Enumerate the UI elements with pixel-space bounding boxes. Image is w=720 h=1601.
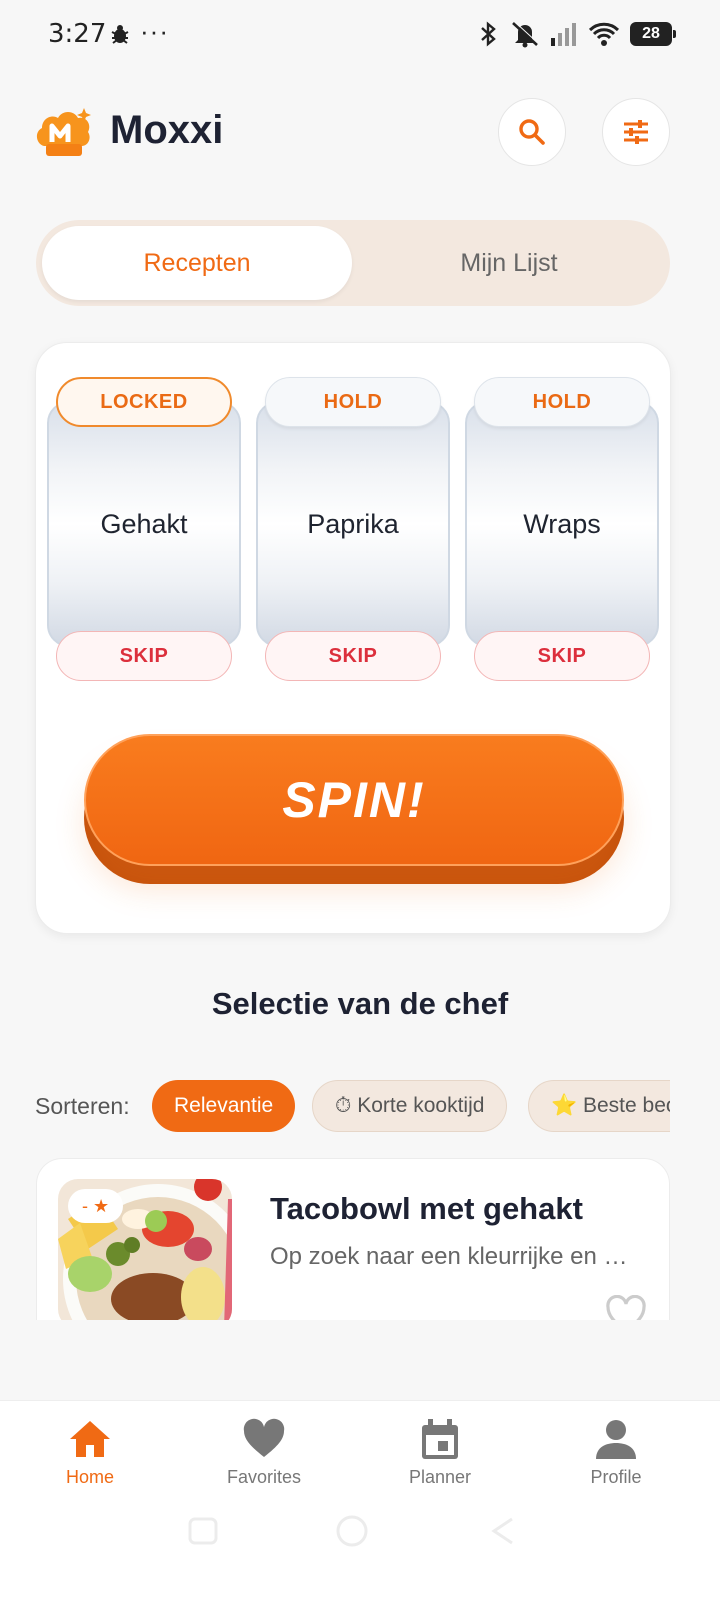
home-icon bbox=[70, 1421, 110, 1457]
hold-button[interactable]: HOLD bbox=[265, 377, 441, 427]
favorite-heart-icon[interactable] bbox=[605, 1295, 647, 1320]
recipe-title: Tacobowl met gehakt bbox=[270, 1191, 583, 1226]
app-title: Moxxi bbox=[110, 108, 224, 152]
slot-reel-1[interactable]: Gehakt bbox=[47, 401, 241, 647]
back-icon bbox=[491, 1517, 513, 1545]
calendar-icon bbox=[422, 1419, 458, 1459]
nav-favorites-label: Favorites bbox=[226, 1467, 302, 1487]
home-gesture-icon bbox=[336, 1515, 368, 1547]
tab-switcher: Recepten Mijn Lijst bbox=[36, 220, 670, 306]
recipe-image: - ★ bbox=[58, 1179, 232, 1320]
recipe-card[interactable]: - ★ Tacobowl met gehakt Op zoek naar een… bbox=[36, 1158, 670, 1320]
chip-relevance[interactable]: Relevantie bbox=[152, 1080, 296, 1132]
sort-chips: Relevantie ⏱ Korte kooktijd ⭐ Beste beoo… bbox=[152, 1078, 670, 1136]
nav-planner[interactable]: Planner bbox=[350, 1409, 530, 1499]
heart-icon bbox=[243, 1418, 285, 1457]
nav-planner-label: Planner bbox=[408, 1467, 472, 1487]
bottom-navigation: Home Favorites Planner Profile bbox=[0, 1400, 720, 1601]
nav-home-label: Home bbox=[65, 1467, 114, 1487]
filter-button[interactable] bbox=[602, 98, 670, 166]
rating-badge: - ★ bbox=[68, 1189, 124, 1223]
sort-label: Sorteren: bbox=[35, 1093, 130, 1119]
skip-button[interactable]: SKIP bbox=[56, 631, 232, 681]
nav-profile[interactable]: Profile bbox=[526, 1409, 706, 1499]
system-navigation-bar bbox=[188, 1515, 513, 1547]
chef-hat-logo-icon bbox=[36, 108, 91, 156]
recents-icon bbox=[188, 1517, 218, 1545]
recipe-description: Op zoek naar een kleurrijke en … bbox=[270, 1243, 628, 1270]
chip-short-cooking-time[interactable]: ⏱ Korte kooktijd bbox=[312, 1080, 508, 1132]
nav-profile-label: Profile bbox=[590, 1467, 642, 1487]
search-button[interactable] bbox=[498, 98, 566, 166]
sliders-icon bbox=[624, 120, 648, 144]
section-title: Selectie van de chef bbox=[211, 986, 509, 1021]
slot-reel-3[interactable]: Wraps bbox=[465, 401, 659, 647]
nav-favorites[interactable]: Favorites bbox=[174, 1409, 354, 1499]
tab-recepten[interactable]: Recepten bbox=[42, 226, 352, 300]
bluetooth-icon bbox=[481, 21, 496, 47]
mute-icon bbox=[512, 21, 540, 48]
slot-machine-card: Gehakt Paprika Wraps LOCKED HOLD HOLD SK… bbox=[35, 342, 671, 934]
notification-dots: ··· bbox=[140, 16, 169, 46]
slot-reel-2[interactable]: Paprika bbox=[256, 401, 450, 647]
spin-button[interactable]: SPIN! bbox=[84, 734, 624, 866]
hold-button[interactable]: HOLD bbox=[474, 377, 650, 427]
search-icon bbox=[519, 119, 545, 145]
status-bar: 3:27 ··· 28 bbox=[0, 0, 720, 68]
battery-indicator: 28 bbox=[630, 22, 676, 46]
bug-icon bbox=[111, 25, 129, 44]
skip-button[interactable]: SKIP bbox=[474, 631, 650, 681]
wifi-icon bbox=[588, 22, 620, 46]
chip-best-rated[interactable]: ⭐ Beste beoordeeld bbox=[528, 1080, 670, 1132]
person-icon bbox=[596, 1420, 636, 1459]
skip-button[interactable]: SKIP bbox=[265, 631, 441, 681]
status-time: 3:27 bbox=[48, 19, 107, 49]
signal-icon bbox=[551, 23, 576, 46]
locked-button[interactable]: LOCKED bbox=[56, 377, 232, 427]
tab-mijn-lijst[interactable]: Mijn Lijst bbox=[354, 226, 664, 300]
nav-home[interactable]: Home bbox=[0, 1409, 180, 1499]
